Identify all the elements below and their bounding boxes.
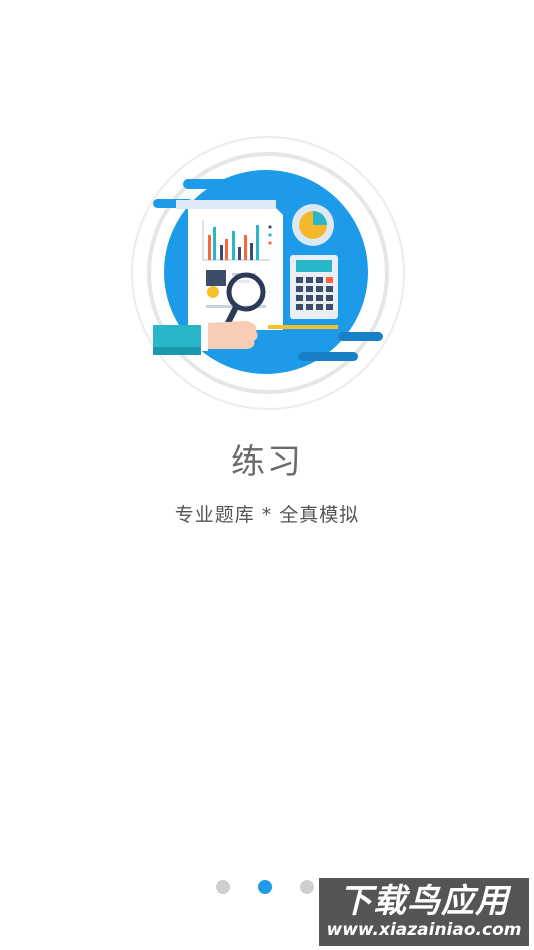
onboarding-screen: 练习 专业题库 * 全真模拟 下载鸟应用 www.xiazainiao.com (0, 0, 534, 950)
page-dot-2-active[interactable] (258, 880, 272, 894)
watermark-url: www.xiazainiao.com (326, 920, 522, 940)
page-dot-1[interactable] (216, 880, 230, 894)
watermark-logo: 下载鸟应用 www.xiazainiao.com (319, 878, 529, 946)
page-dot-3[interactable] (300, 880, 314, 894)
page-title: 练习 (231, 442, 303, 482)
page-subtitle: 专业题库 * 全真模拟 (174, 504, 360, 526)
practice-illustration (128, 135, 408, 415)
watermark-main: 下载鸟应用 (339, 881, 509, 920)
